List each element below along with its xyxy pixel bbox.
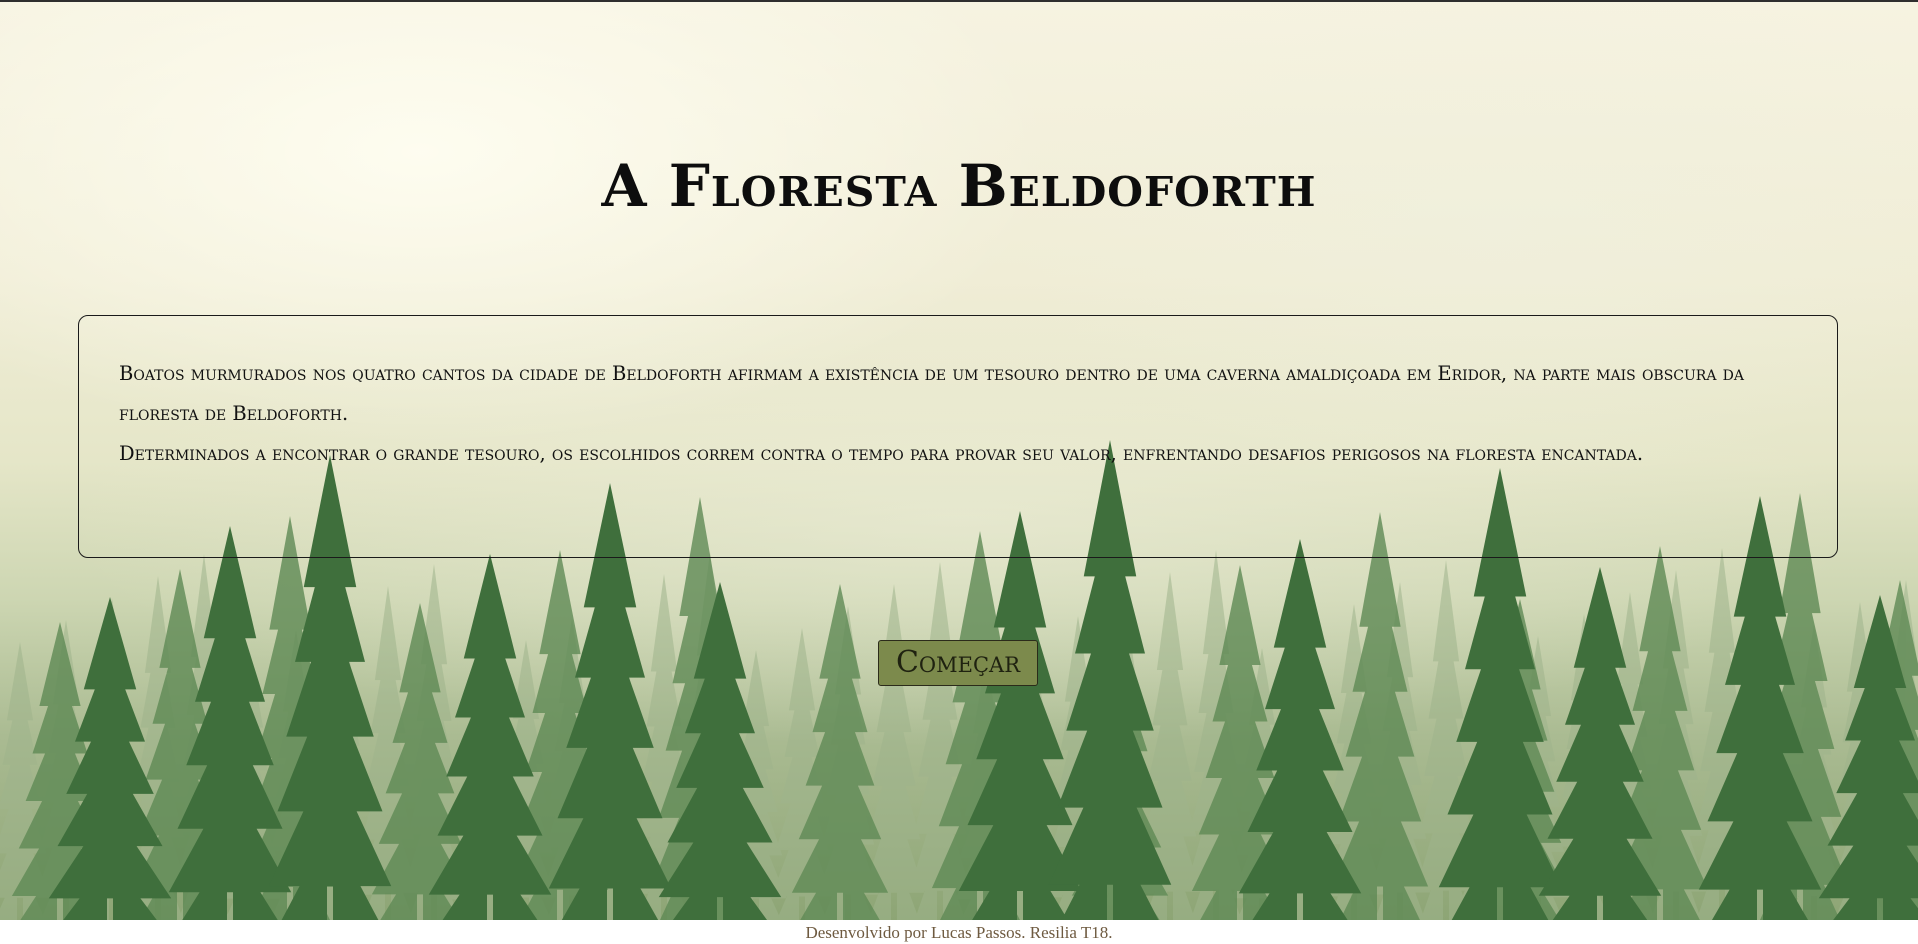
- story-box: Boatos murmurados nos quatro cantos da c…: [78, 315, 1838, 558]
- page-title: A Floresta Beldoforth: [601, 152, 1317, 220]
- story-paragraph-2: Determinados a encontrar o grande tesour…: [119, 442, 1644, 465]
- hero-section: A Floresta Beldoforth Boatos murmurados …: [0, 0, 1918, 920]
- footer-credit: Desenvolvido por Lucas Passos. Resilia T…: [0, 920, 1918, 944]
- start-button[interactable]: Começar: [878, 640, 1038, 686]
- story-paragraph-1: Boatos murmurados nos quatro cantos da c…: [119, 362, 1744, 425]
